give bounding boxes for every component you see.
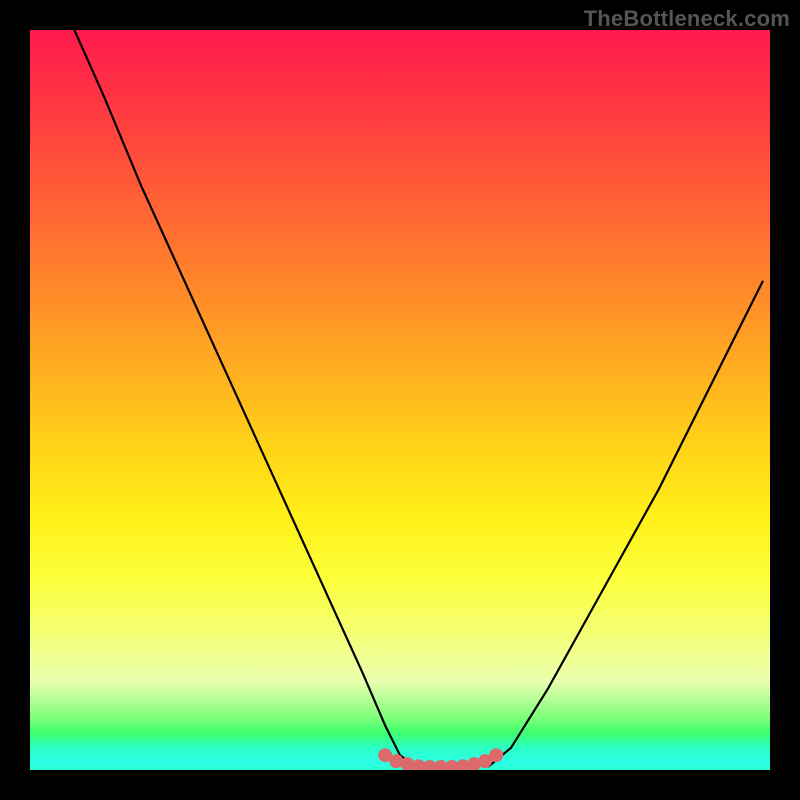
chart-frame: TheBottleneck.com	[0, 0, 800, 800]
right-curve	[489, 282, 763, 767]
trough-dot	[489, 748, 503, 762]
left-curve	[74, 30, 414, 766]
watermark-text: TheBottleneck.com	[584, 6, 790, 32]
curve-canvas	[30, 30, 770, 770]
plot-area	[30, 30, 770, 770]
